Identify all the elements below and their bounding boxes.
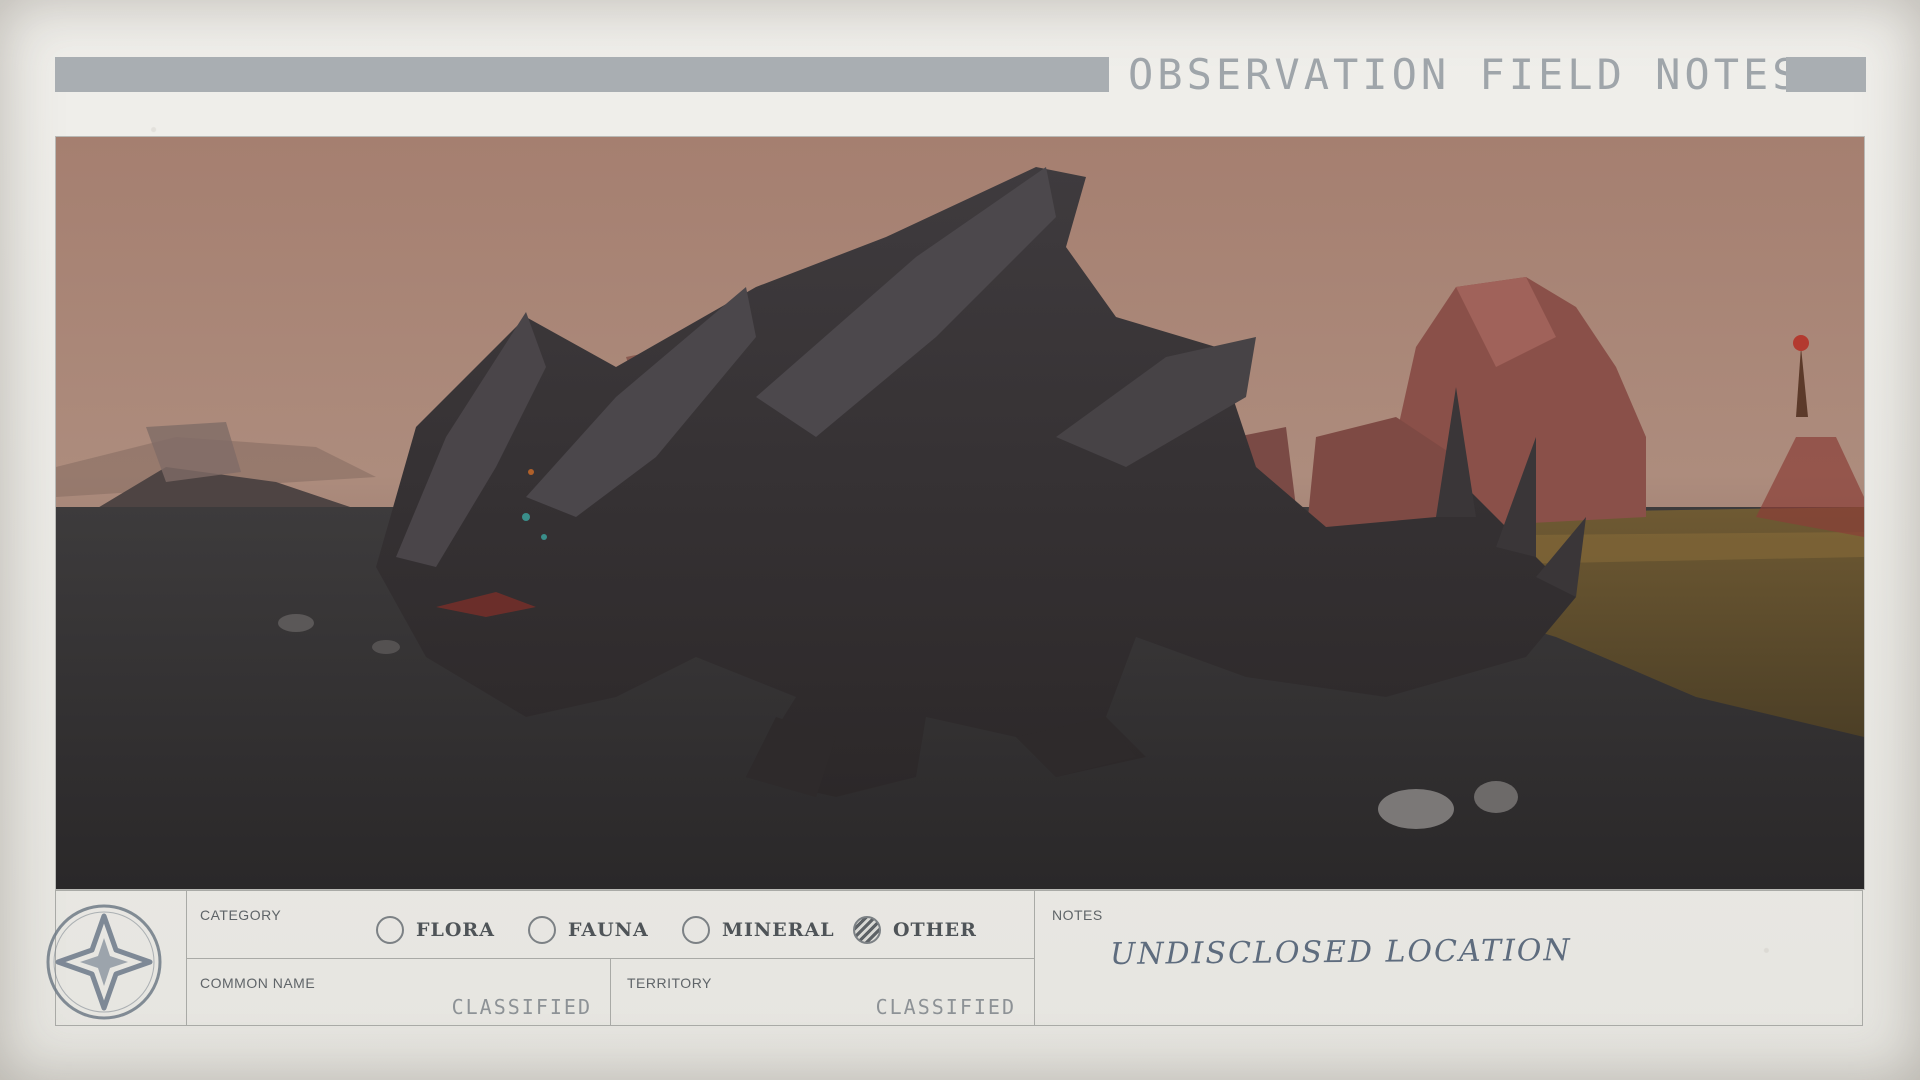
category-label: CATEGORY xyxy=(200,907,282,923)
notes-value: UNDISCLOSED LOCATION xyxy=(1109,932,1572,973)
category-option-flora[interactable]: FLORA xyxy=(376,913,495,947)
divider xyxy=(1034,891,1035,1025)
option-label: OTHER xyxy=(893,919,977,941)
territory-label: TERRITORY xyxy=(627,975,712,991)
category-option-mineral[interactable]: MINERAL xyxy=(682,913,835,947)
star-emblem-icon xyxy=(46,904,162,1020)
radio-icon[interactable] xyxy=(682,916,710,944)
header-bar-left xyxy=(55,57,1109,92)
category-option-fauna[interactable]: FAUNA xyxy=(528,913,649,947)
observation-form: CATEGORY FLORA FAUNA MINERAL OTHER COMMO… xyxy=(55,890,1863,1026)
radio-icon[interactable] xyxy=(376,916,404,944)
common-name-value: CLASSIFIED xyxy=(451,995,592,1019)
radio-icon[interactable] xyxy=(528,916,556,944)
divider xyxy=(186,958,1034,959)
header-bar-right xyxy=(1786,57,1866,92)
field-notes-card: OBSERVATION FIELD NOTES CATEGORY FLORA F… xyxy=(0,0,1920,1080)
creature-photo xyxy=(55,136,1865,890)
notes-label: NOTES xyxy=(1052,907,1103,923)
option-label: MINERAL xyxy=(722,919,835,941)
photo-scene xyxy=(56,137,1864,889)
divider xyxy=(610,959,611,1025)
common-name-label: COMMON NAME xyxy=(200,975,316,991)
category-option-other[interactable]: OTHER xyxy=(853,913,977,947)
option-label: FLORA xyxy=(416,919,495,941)
page-title: OBSERVATION FIELD NOTES xyxy=(1128,50,1802,99)
option-label: FAUNA xyxy=(568,919,649,941)
territory-value: CLASSIFIED xyxy=(875,995,1016,1019)
radio-checked-icon[interactable] xyxy=(853,916,881,944)
